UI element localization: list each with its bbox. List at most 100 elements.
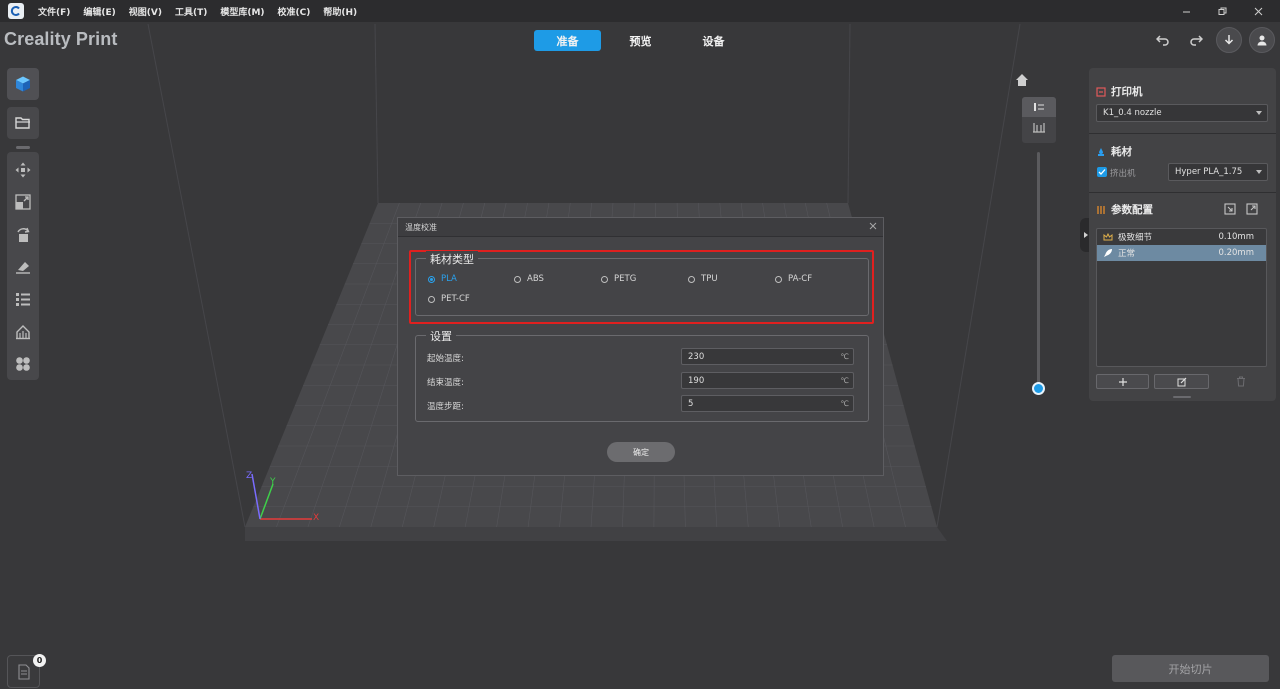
parameters-icon xyxy=(1096,205,1106,215)
rotate-icon xyxy=(17,227,30,242)
layer-slider-handle[interactable] xyxy=(1032,382,1045,395)
radio-label: PETG xyxy=(614,274,637,284)
add-profile-button[interactable] xyxy=(1096,374,1149,389)
radio-abs[interactable]: ABS xyxy=(514,274,544,284)
radio-label: PA-CF xyxy=(788,274,813,284)
lay-flat-icon xyxy=(16,261,30,274)
all-layers-button[interactable] xyxy=(1022,117,1056,137)
profile-list: 极致细节 0.10mm 正常 0.20mm xyxy=(1096,228,1267,367)
export-profile-icon[interactable] xyxy=(1245,202,1259,216)
start-slicing-button[interactable]: 开始切片 xyxy=(1112,655,1269,682)
crown-icon xyxy=(1103,232,1113,242)
undo-button[interactable] xyxy=(1150,27,1176,53)
split-tool[interactable] xyxy=(7,348,39,380)
delete-profile-button[interactable] xyxy=(1230,374,1252,389)
open-file-button[interactable] xyxy=(7,107,39,139)
panel-resize-handle[interactable] xyxy=(1173,396,1191,398)
account-button[interactable] xyxy=(1249,27,1275,53)
download-button[interactable] xyxy=(1216,27,1242,53)
user-icon xyxy=(1257,35,1267,46)
filament-title: 耗材 xyxy=(1111,146,1132,158)
material-type-group: 耗材类型 PLA ABS PETG TPU PA-CF PET-CF xyxy=(415,251,869,316)
edit-profile-button[interactable] xyxy=(1154,374,1209,389)
menu-model-library[interactable]: 模型库(M) xyxy=(220,5,264,18)
unit-label: ℃ xyxy=(840,399,849,408)
start-temp-input[interactable]: 230 ℃ xyxy=(681,348,854,365)
profile-name: 正常 xyxy=(1118,249,1136,259)
menu-tools[interactable]: 工具(T) xyxy=(175,5,207,18)
menu-edit[interactable]: 编辑(E) xyxy=(83,5,115,18)
filament-icon xyxy=(1096,147,1106,157)
dialog-close-button[interactable] xyxy=(869,221,877,233)
extruder-checkbox[interactable] xyxy=(1097,167,1107,177)
notification-count-badge: 0 xyxy=(33,654,46,667)
document-icon xyxy=(17,663,30,680)
printer-title: 打印机 xyxy=(1111,86,1143,98)
menu-bar: 文件(F) 编辑(E) 视图(V) 工具(T) 模型库(M) 校准(C) 帮助(… xyxy=(0,0,1280,22)
temp-step-label: 温度步距: xyxy=(427,402,464,412)
app-logo-icon xyxy=(8,3,24,19)
filament-select[interactable]: Hyper PLA_1.75 xyxy=(1168,163,1268,181)
restore-button[interactable] xyxy=(1204,0,1240,22)
scale-tool[interactable] xyxy=(7,186,39,218)
layer-slider-track[interactable] xyxy=(1037,152,1040,384)
profile-item-ultra-detail[interactable]: 极致细节 0.10mm xyxy=(1097,229,1266,245)
radio-tpu[interactable]: TPU xyxy=(688,274,718,284)
edit-icon xyxy=(1177,377,1186,386)
support-tool[interactable] xyxy=(7,315,39,347)
layout-tool[interactable] xyxy=(7,283,39,315)
object-view-button[interactable] xyxy=(7,68,39,100)
radio-petg[interactable]: PETG xyxy=(601,274,636,284)
radio-pet-cf[interactable]: PET-CF xyxy=(428,294,470,304)
printer-select[interactable]: K1_0.4 nozzle xyxy=(1096,104,1268,122)
close-window-button[interactable] xyxy=(1240,0,1276,22)
menu-calibration[interactable]: 校准(C) xyxy=(278,5,311,18)
close-icon xyxy=(1254,7,1262,15)
move-tool[interactable] xyxy=(7,154,39,186)
start-temp-value: 230 xyxy=(688,351,705,362)
radio-dot xyxy=(688,275,695,283)
all-layers-icon xyxy=(1033,123,1045,133)
toolbar-grip[interactable] xyxy=(16,146,30,149)
printer-section-title: 打印机 xyxy=(1096,84,1143,99)
menu-view[interactable]: 视图(V) xyxy=(129,5,162,18)
support-icon xyxy=(16,324,30,339)
tool-strip xyxy=(7,152,39,380)
tab-device[interactable]: 设备 xyxy=(680,30,747,51)
minimize-button[interactable] xyxy=(1168,0,1204,22)
dialog-title: 温度校准 xyxy=(405,222,437,232)
profile-item-normal[interactable]: 正常 0.20mm xyxy=(1097,245,1266,261)
temp-step-input[interactable]: 5 ℃ xyxy=(681,395,854,412)
tab-prepare[interactable]: 准备 xyxy=(534,30,601,51)
single-layer-icon xyxy=(1034,103,1044,111)
unit-label: ℃ xyxy=(840,352,849,361)
lay-flat-tool[interactable] xyxy=(7,251,39,283)
radio-label: PET-CF xyxy=(441,294,470,304)
menu-help[interactable]: 帮助(H) xyxy=(323,5,357,18)
end-temp-value: 190 xyxy=(688,375,705,386)
end-temp-input[interactable]: 190 ℃ xyxy=(681,372,854,389)
import-profile-icon[interactable] xyxy=(1223,202,1237,216)
material-type-legend: 耗材类型 xyxy=(426,251,478,267)
app-window: X Y Z 文件(F) 编辑(E) 视图(V) 工具(T) 模型库(M) 校准(… xyxy=(0,0,1280,689)
home-view-icon[interactable] xyxy=(1014,72,1030,88)
right-settings-panel: 打印机 K1_0.4 nozzle 耗材 挤出机 Hyper PLA_1.75 … xyxy=(1089,68,1276,401)
cube-icon xyxy=(16,76,30,92)
tab-preview[interactable]: 预览 xyxy=(607,30,674,51)
single-layer-button[interactable] xyxy=(1022,97,1056,117)
radio-pla[interactable]: PLA xyxy=(428,274,457,284)
confirm-button[interactable]: 确定 xyxy=(607,442,675,462)
move-icon xyxy=(15,162,31,178)
radio-label: PLA xyxy=(441,274,457,284)
printer-icon xyxy=(1096,86,1106,97)
redo-button[interactable] xyxy=(1183,27,1209,53)
rotate-tool[interactable] xyxy=(7,219,39,251)
layout-icon xyxy=(16,293,30,307)
menu-file[interactable]: 文件(F) xyxy=(38,5,70,18)
extruder-label: 挤出机 xyxy=(1110,169,1136,179)
window-controls xyxy=(1168,0,1276,22)
radio-pa-cf[interactable]: PA-CF xyxy=(775,274,812,284)
scale-icon xyxy=(15,194,31,211)
build-plate-edge xyxy=(245,527,947,541)
radio-dot xyxy=(775,275,782,283)
